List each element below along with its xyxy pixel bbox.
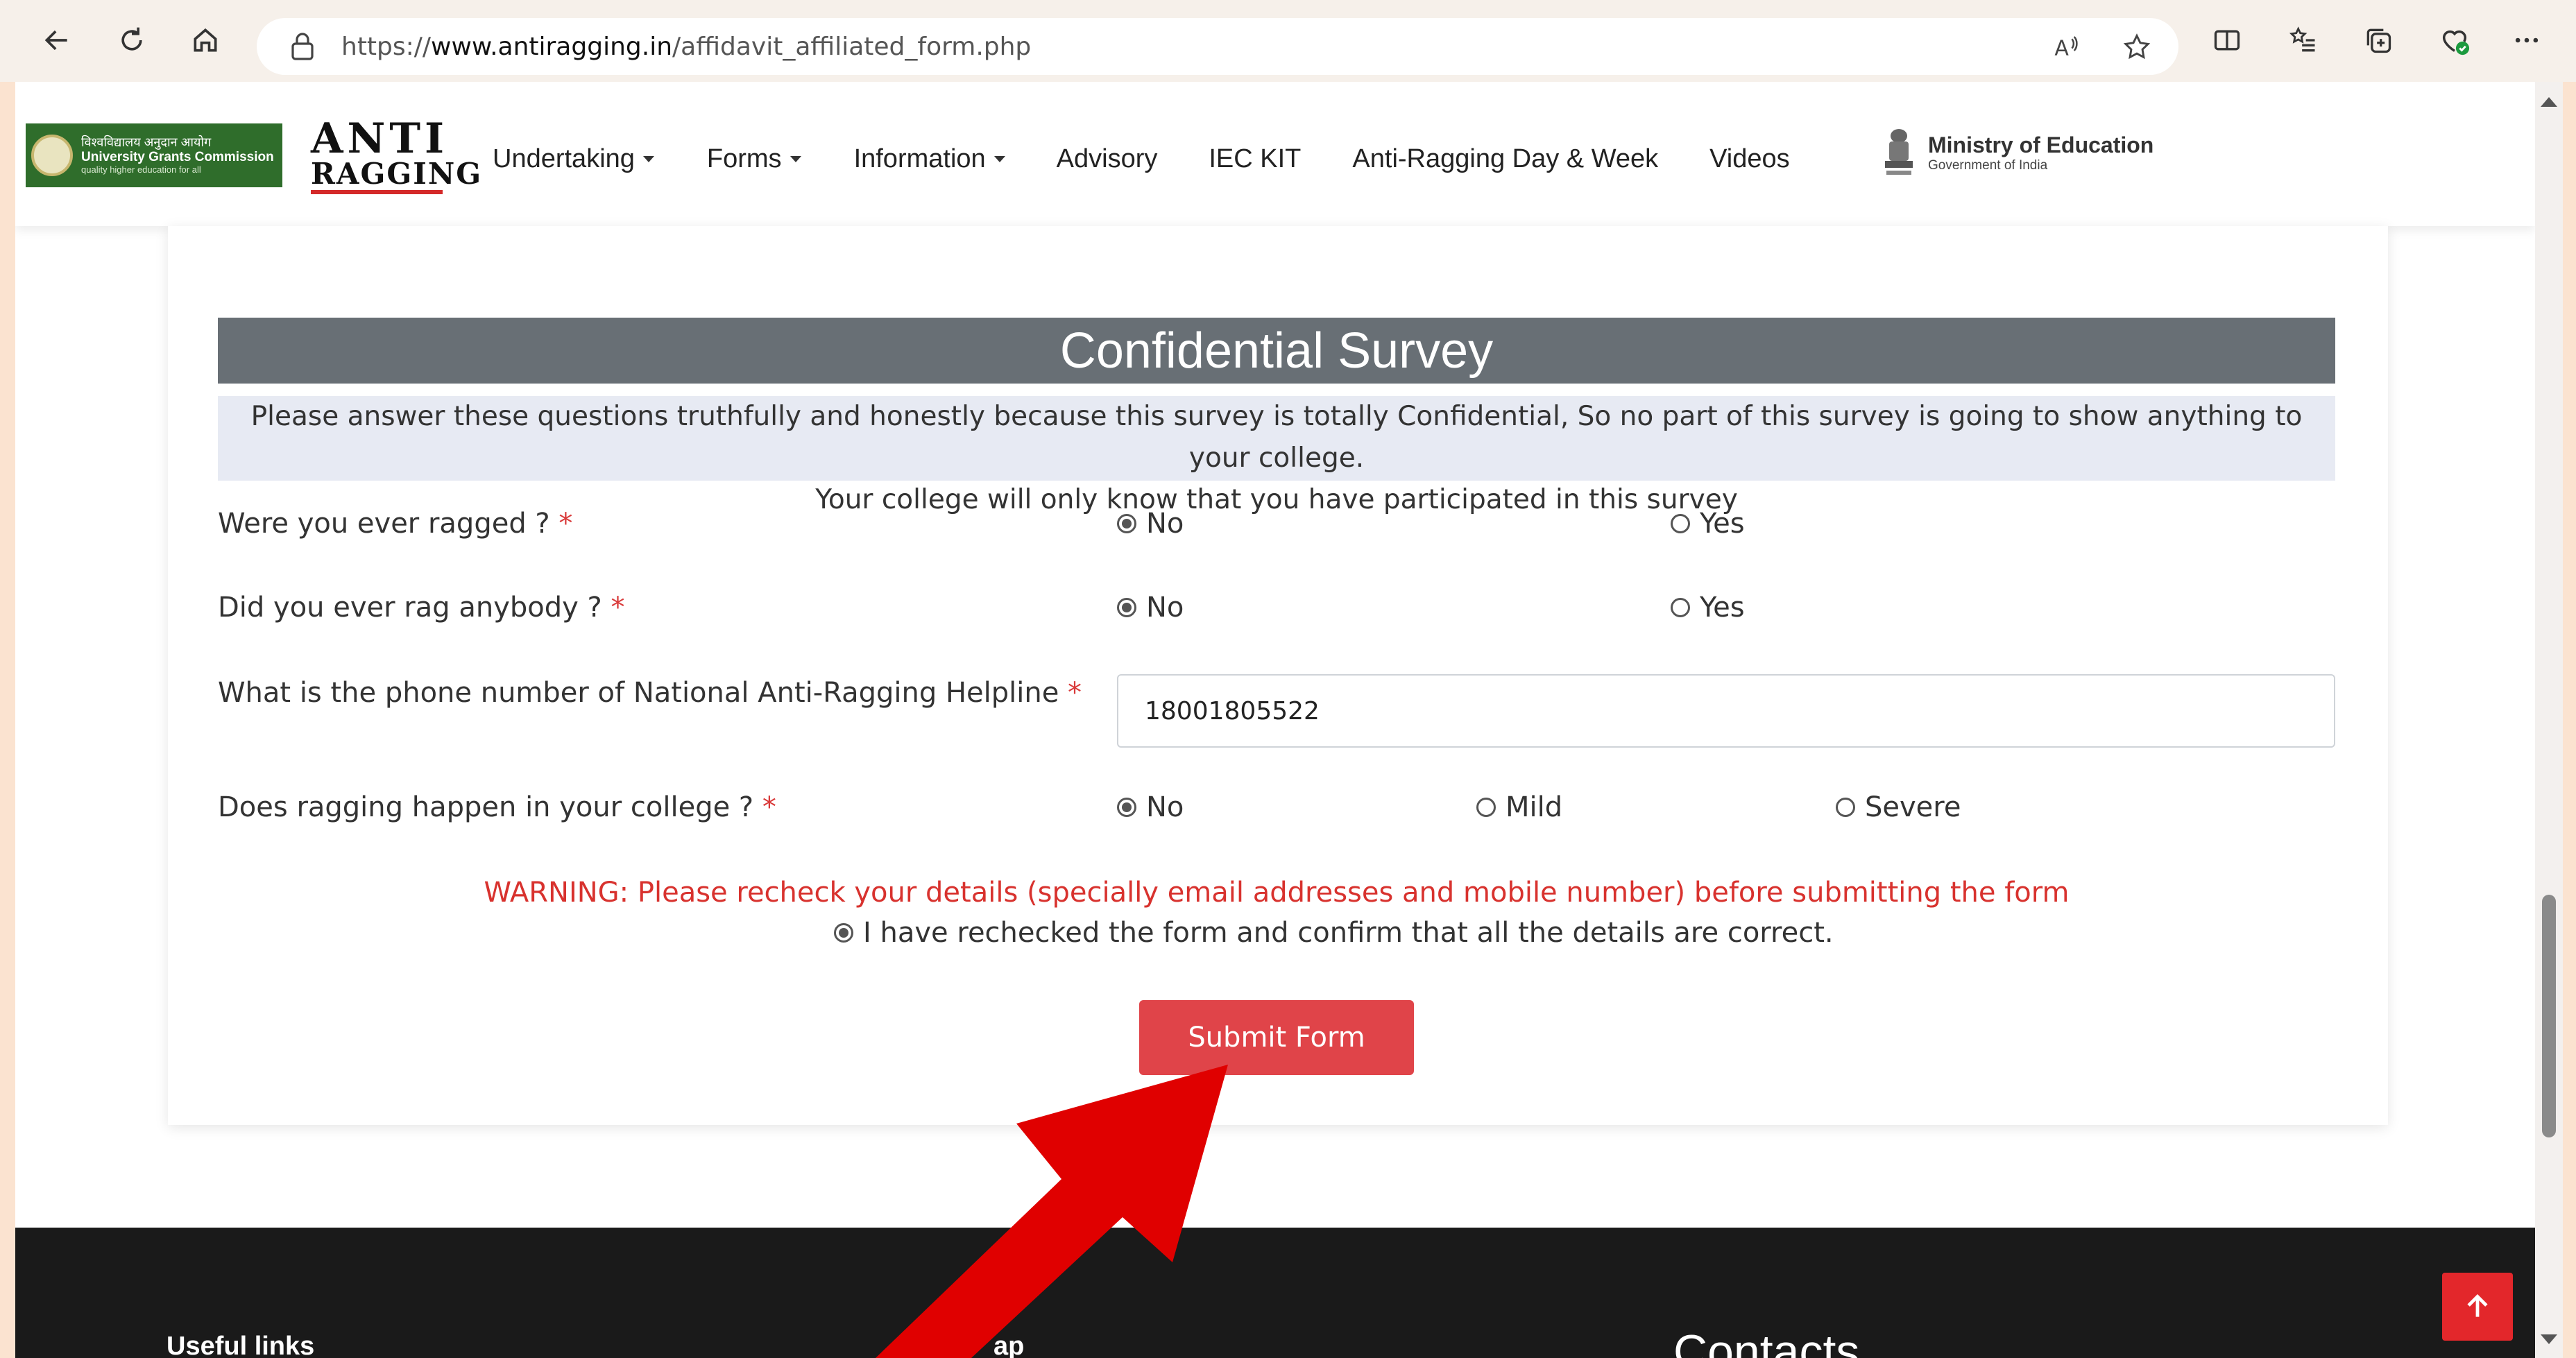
url-text[interactable]: https://www.antiragging.in/affidavit_aff… [341, 33, 1031, 61]
question-ragging-happen-label: Does ragging happen in your college ? * [218, 791, 776, 823]
read-aloud-icon[interactable]: A [2047, 28, 2085, 67]
survey-title: Confidential Survey [218, 318, 2335, 384]
nav-item-label: Undertaking [493, 144, 635, 173]
ministry-subtitle: Government of India [1928, 157, 2048, 173]
site-footer: Useful links ap Contacts [15, 1228, 2535, 1358]
helpline-number-input[interactable] [1117, 674, 2335, 748]
nav-item-anti-ragging-day-week[interactable]: Anti-Ragging Day & Week [1352, 144, 1658, 174]
ministry-of-education-logo[interactable]: Ministry of Education Government of Indi… [1878, 125, 2153, 180]
refresh-icon[interactable] [111, 19, 153, 61]
anti-ragging-logo[interactable]: ANTI RAGGING [311, 114, 481, 194]
nav-item-undertaking[interactable]: Undertaking [493, 144, 654, 174]
page-scrollbar[interactable] [2535, 82, 2563, 1358]
survey-note: Please answer these questions truthfully… [218, 396, 2335, 515]
arrow-up-icon [2467, 1293, 2488, 1317]
ragging-severe-radio[interactable]: Severe [1836, 791, 1961, 823]
question-rag-anybody-label: Did you ever rag anybody ? * [218, 592, 625, 624]
nav-item-label: Information [853, 144, 986, 173]
favorites-list-icon[interactable] [2283, 19, 2324, 61]
ugc-name: University Grants Commission [81, 149, 274, 164]
ragged-no-radio[interactable]: No [1117, 508, 1184, 540]
caret-down-icon [993, 156, 1005, 162]
back-arrow-icon[interactable] [36, 19, 78, 61]
collections-icon[interactable] [2357, 19, 2399, 61]
radio-dot[interactable] [1836, 798, 1855, 817]
ministry-title: Ministry of Education [1928, 132, 2154, 157]
scroll-up-arrow-icon[interactable] [2541, 97, 2557, 107]
ugc-tagline: quality higher education for all [81, 164, 201, 175]
required-mark: * [1068, 677, 1082, 709]
site-header: विश्वविद्यालय अनुदान आयोग University Gra… [15, 82, 2535, 226]
anti-logo-top: ANTI [311, 114, 449, 163]
scroll-thumb[interactable] [2542, 895, 2556, 1137]
ragging-no-radio[interactable]: No [1117, 791, 1184, 823]
radio-dot[interactable] [1671, 514, 1690, 533]
nav-item-videos[interactable]: Videos [1709, 144, 1790, 174]
ugc-emblem-icon [31, 135, 73, 176]
caret-down-icon [642, 156, 654, 162]
required-mark: * [762, 791, 776, 823]
split-screen-icon[interactable] [2206, 19, 2248, 61]
nav-item-label: Videos [1709, 144, 1790, 173]
confirm-radio-dot[interactable] [834, 923, 853, 943]
radio-dot[interactable] [1476, 798, 1496, 817]
lock-icon[interactable] [284, 28, 321, 65]
radio-dot-checked[interactable] [1117, 798, 1136, 817]
question-ragged-label: Were you ever ragged ? * [218, 508, 573, 540]
nav-item-label: IEC KIT [1209, 144, 1302, 173]
anti-logo-bottom: RAGGING [311, 160, 481, 194]
more-options-icon[interactable] [2506, 19, 2548, 61]
radio-dot[interactable] [1671, 598, 1690, 617]
national-emblem-icon [1878, 125, 1920, 180]
footer-useful-links-heading: Useful links [167, 1332, 315, 1358]
confirm-checkbox[interactable]: I have rechecked the form and confirm th… [834, 917, 1834, 949]
rag-anybody-yes-radio[interactable]: Yes [1671, 592, 1745, 624]
rag-anybody-no-radio[interactable]: No [1117, 592, 1184, 624]
ugc-logo[interactable]: विश्वविद्यालय अनुदान आयोग University Gra… [26, 123, 282, 187]
required-mark: * [611, 592, 625, 624]
required-mark: * [558, 508, 573, 540]
question-helpline-label: What is the phone number of National Ant… [218, 677, 1082, 709]
nav-item-iec-kit[interactable]: IEC KIT [1209, 144, 1301, 174]
ragging-mild-radio[interactable]: Mild [1476, 791, 1562, 823]
browser-essentials-icon[interactable] [2434, 19, 2475, 61]
radio-dot-checked[interactable] [1117, 514, 1136, 533]
page-viewport: विश्वविद्यालय अनुदान आयोग University Gra… [15, 82, 2535, 1358]
survey-note-line1: Please answer these questions truthfully… [250, 401, 2303, 474]
nav-item-label: Anti-Ragging Day & Week [1352, 144, 1659, 173]
scroll-down-arrow-icon[interactable] [2541, 1334, 2557, 1344]
main-nav: Undertaking Forms Information Advisory IEC K… [493, 144, 1790, 174]
ragged-yes-radio[interactable]: Yes [1671, 508, 1745, 540]
caret-down-icon [790, 156, 801, 162]
back-to-top-button[interactable] [2442, 1273, 2513, 1341]
footer-contacts-heading: Contacts [1673, 1325, 1860, 1358]
footer-sitemap-heading: ap [993, 1332, 1025, 1358]
nav-item-label: Advisory [1056, 144, 1158, 173]
favorite-star-icon[interactable] [2117, 28, 2156, 67]
nav-item-label: Forms [706, 144, 782, 173]
ugc-hindi-name: विश्वविद्यालय अनुदान आयोग [81, 135, 212, 150]
radio-dot-checked[interactable] [1117, 598, 1136, 617]
svg-text:A: A [2054, 37, 2069, 61]
warning-text: WARNING: Please recheck your details (sp… [484, 877, 2070, 909]
address-bar[interactable]: https://www.antiragging.in/affidavit_aff… [257, 18, 2178, 75]
browser-toolbar: https://www.antiragging.in/affidavit_aff… [0, 0, 2576, 82]
nav-item-advisory[interactable]: Advisory [1057, 144, 1158, 174]
submit-form-button[interactable]: Submit Form [1139, 1000, 1414, 1075]
nav-item-information[interactable]: Information [854, 144, 1005, 174]
home-icon[interactable] [185, 19, 226, 61]
nav-item-forms[interactable]: Forms [707, 144, 801, 174]
